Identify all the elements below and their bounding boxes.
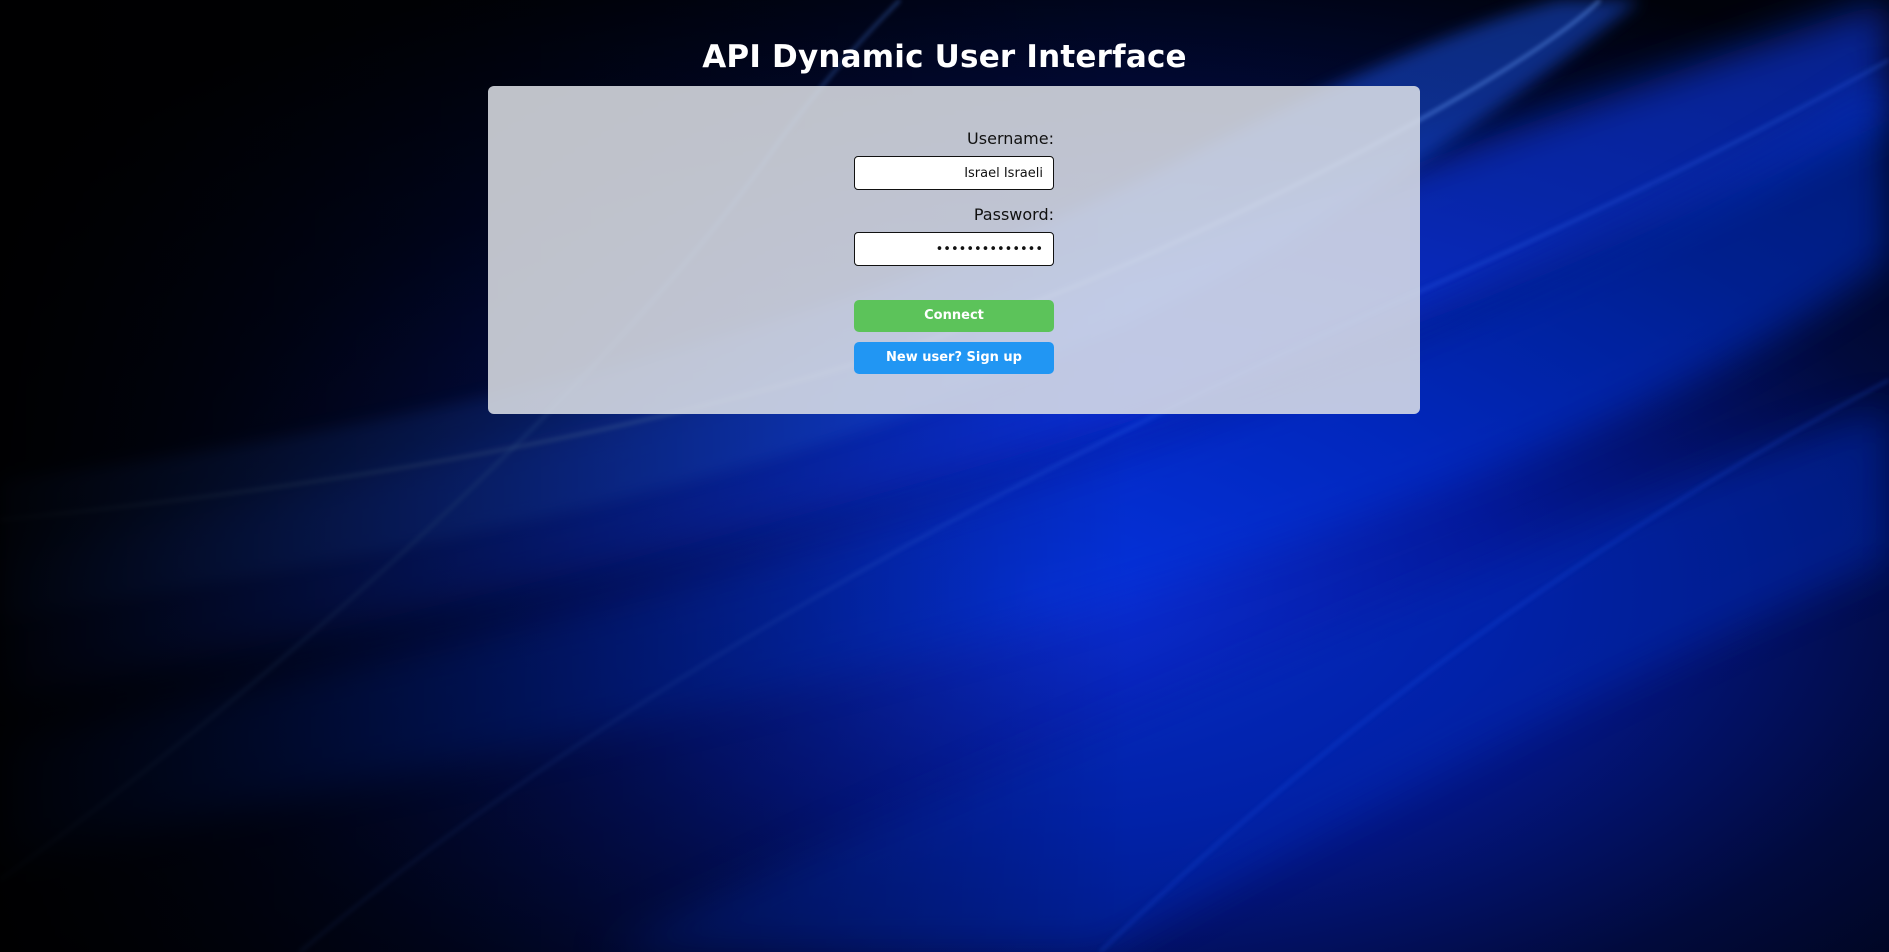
page-title: API Dynamic User Interface [702, 38, 1187, 75]
signup-button[interactable]: New user? Sign up [854, 342, 1054, 374]
username-label: Username: [967, 129, 1054, 148]
password-input[interactable] [854, 232, 1054, 266]
password-label: Password: [973, 205, 1054, 224]
login-panel: Username: Password: Connect New user? Si… [488, 86, 1420, 414]
connect-button[interactable]: Connect [854, 300, 1054, 332]
login-form: Username: Password: Connect New user? Si… [854, 128, 1054, 374]
username-input[interactable] [854, 156, 1054, 190]
